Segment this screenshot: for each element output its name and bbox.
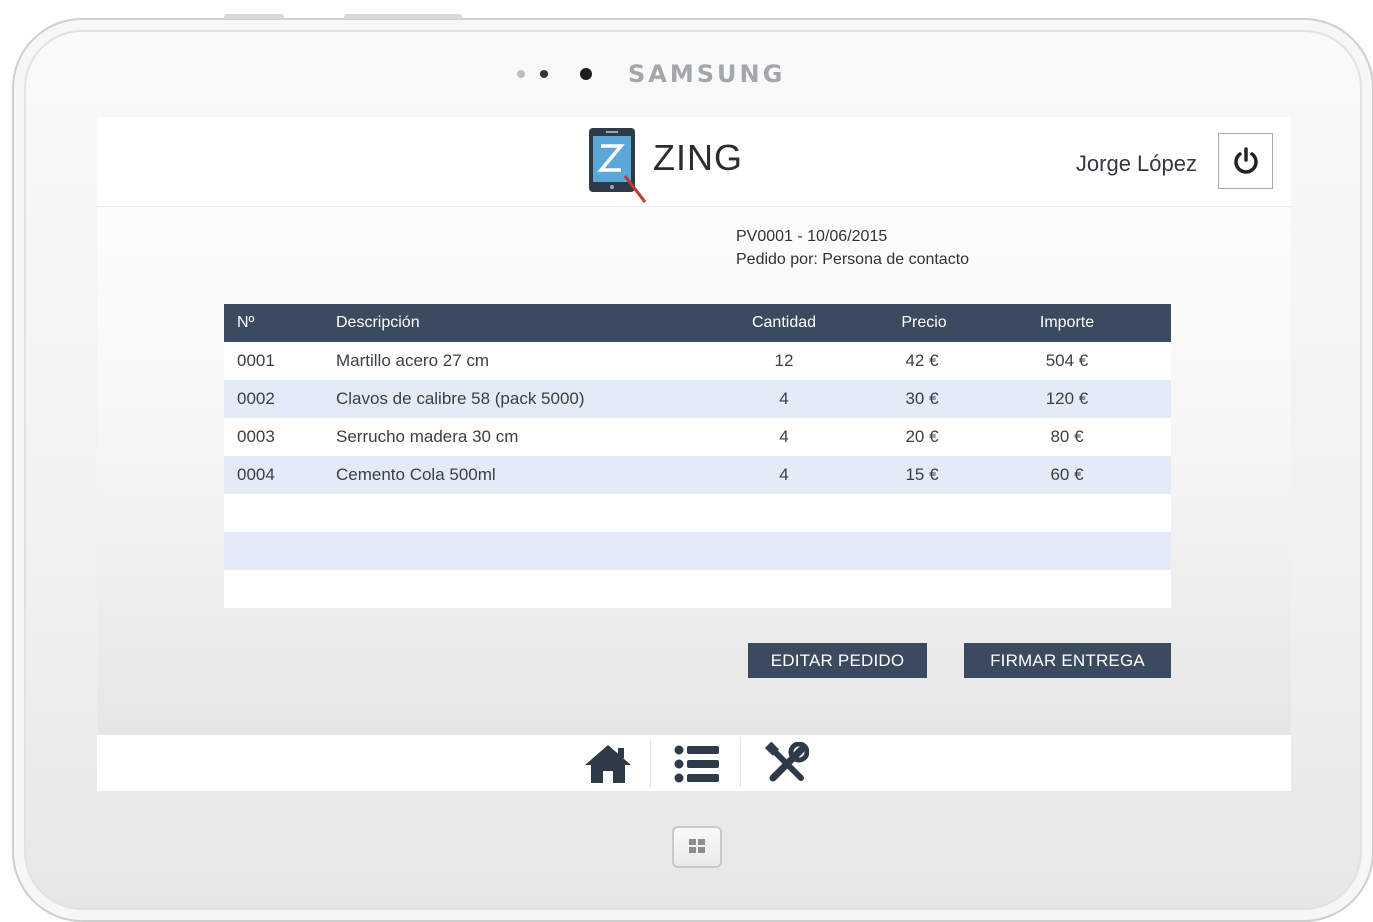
column-header-quantity: Cantidad (751, 314, 817, 331)
hardware-home-button[interactable] (672, 826, 722, 868)
logout-button[interactable] (1218, 133, 1273, 189)
power-icon (1233, 147, 1258, 174)
empty-table-row (224, 570, 1171, 608)
cell-description: Clavos de calibre 58 (pack 5000) (336, 389, 585, 408)
cell-number: 0002 (237, 389, 275, 408)
cell-description: Martillo acero 27 cm (336, 351, 490, 370)
cell-quantity: 4 (779, 389, 789, 408)
light-sensor (540, 70, 548, 78)
cell-quantity: 4 (779, 465, 789, 484)
nav-tools-button[interactable] (757, 739, 817, 789)
device-brand: SAMSUNG (628, 60, 786, 88)
user-name[interactable]: Jorge López (1076, 151, 1197, 177)
cell-amount: 80 € (1050, 427, 1084, 446)
column-header-amount: Importe (1039, 314, 1095, 331)
table-row[interactable]: 0002 Clavos de calibre 58 (pack 5000) 4 … (224, 380, 1171, 418)
column-header-price: Precio (901, 314, 947, 331)
tablet-side-button (224, 14, 284, 19)
cell-amount: 504 € (1045, 351, 1089, 370)
list-icon (674, 745, 719, 783)
app-screen: ZING Jorge López PV0001 - 10/06/2015 Ped… (97, 117, 1291, 791)
proximity-sensor (517, 70, 525, 78)
top-bar: ZING Jorge López (97, 117, 1291, 207)
cell-number: 0001 (237, 351, 275, 370)
tools-icon (765, 742, 809, 782)
table-row[interactable]: 0003 Serrucho madera 30 cm 4 20 € 80 € (224, 418, 1171, 456)
cell-amount: 120 € (1045, 389, 1089, 408)
column-header-number: Nº (237, 314, 255, 331)
cell-price: 15 € (905, 465, 939, 484)
windows-logo-icon (689, 839, 705, 853)
nav-home-button[interactable] (578, 739, 638, 789)
table-header: Nº Descripción Cantidad Precio Importe (224, 304, 1171, 342)
home-icon (585, 745, 631, 783)
nav-divider (650, 739, 651, 787)
cell-description: Cemento Cola 500ml (336, 465, 496, 484)
empty-table-row (224, 532, 1171, 570)
cell-price: 30 € (905, 389, 939, 408)
cell-number: 0003 (237, 427, 275, 446)
front-camera (580, 68, 592, 80)
cell-number: 0004 (237, 465, 275, 484)
table-row[interactable]: 0004 Cemento Cola 500ml 4 15 € 60 € (224, 456, 1171, 494)
nav-list-button[interactable] (667, 739, 727, 789)
cell-quantity: 4 (779, 427, 789, 446)
bottom-nav (97, 735, 1291, 791)
order-table: Nº Descripción Cantidad Precio Importe 0… (224, 304, 1171, 608)
tablet-logo-icon (589, 128, 647, 203)
cell-amount: 60 € (1050, 465, 1084, 484)
edit-order-button[interactable]: EDITAR PEDIDO (748, 643, 927, 678)
cell-quantity: 12 (774, 351, 794, 370)
order-reference: PV0001 - 10/06/2015 (736, 228, 888, 245)
nav-divider (740, 739, 741, 787)
empty-table-row (224, 494, 1171, 532)
sign-delivery-button[interactable]: FIRMAR ENTREGA (964, 643, 1171, 678)
cell-description: Serrucho madera 30 cm (336, 427, 519, 446)
cell-price: 42 € (905, 351, 939, 370)
table-row[interactable]: 0001 Martillo acero 27 cm 12 42 € 504 € (224, 342, 1171, 380)
tablet-side-button (344, 14, 462, 19)
column-header-description: Descripción (336, 314, 420, 331)
cell-price: 20 € (905, 427, 939, 446)
ordered-by: Pedido por: Persona de contacto (736, 251, 970, 268)
order-info: PV0001 - 10/06/2015 Pedido por: Persona … (736, 225, 969, 271)
app-title: ZING (653, 137, 743, 178)
